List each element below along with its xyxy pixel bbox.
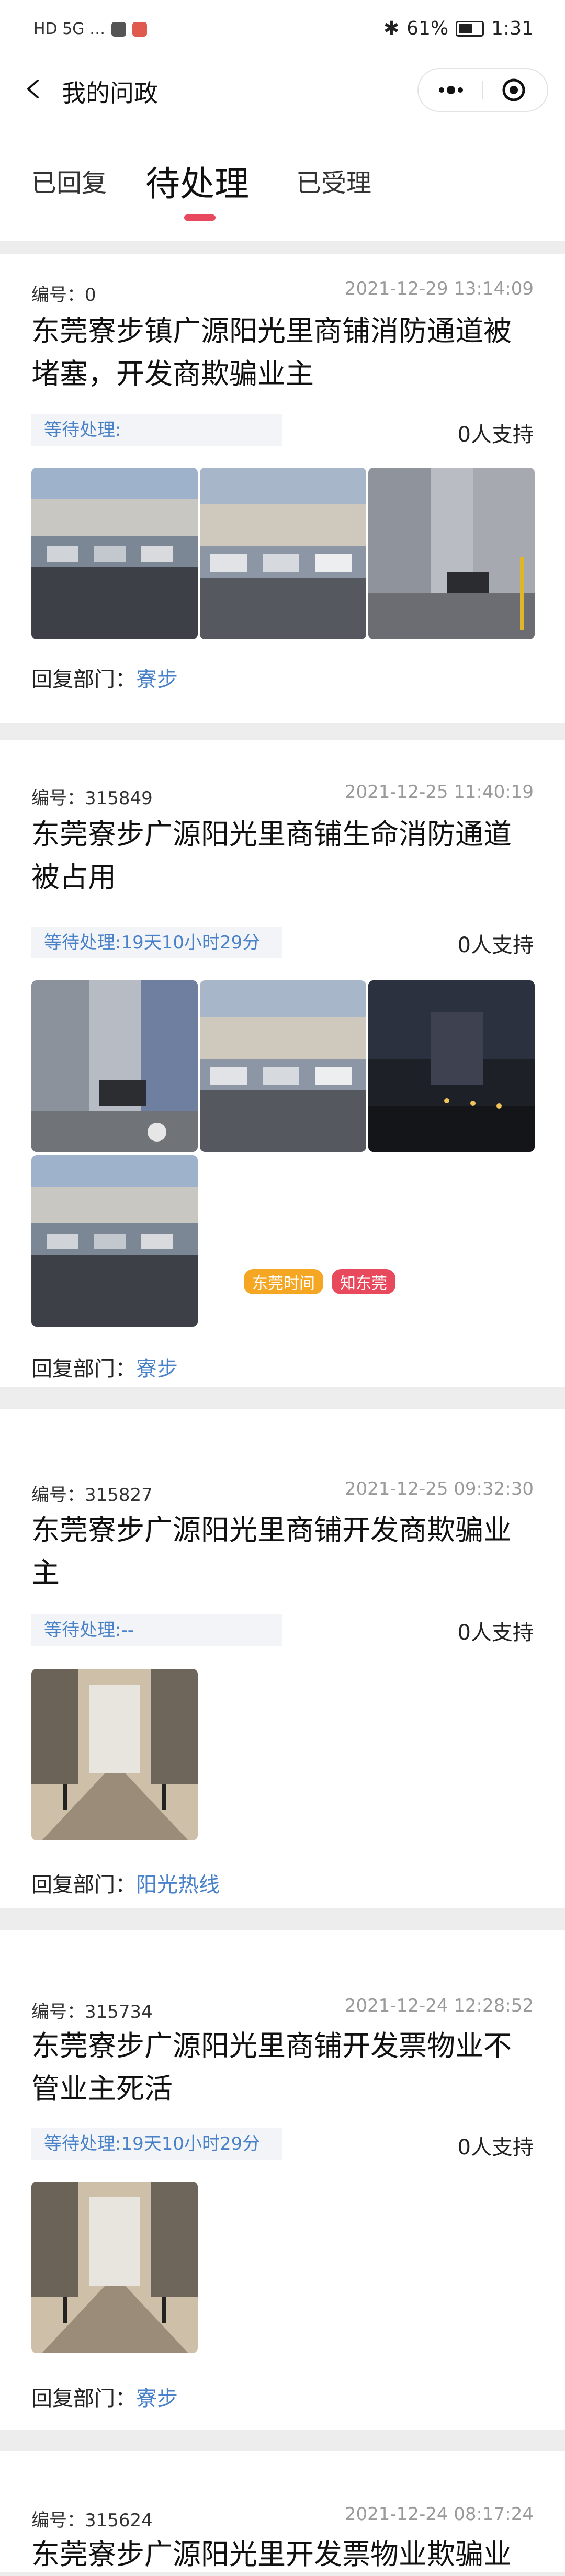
serial-label: 编号： [31,2002,85,2023]
app-notification-icon [111,21,127,37]
mini-program-capsule [417,68,548,112]
serial-number: 编号：0 [31,280,96,306]
serial-label: 编号： [31,2510,85,2531]
support-count: 0人支持 [457,2136,534,2160]
back-arrow-icon[interactable] [25,78,40,99]
reply-department: 回复部门：阳光热线 [31,1868,220,1898]
media-watermark: 东莞时间 知东莞 [244,1269,396,1294]
status-tabs: 已回复 待处理 已受理 [0,115,565,241]
network-indicator: HD 5G … [33,20,106,38]
serial-number: 编号：315849 [31,784,153,809]
support-count: 0人支持 [457,933,534,957]
complaint-title: 东莞寮步广源阳光里开发票物业欺骗业 [31,2538,512,2571]
pending-status: 等待处理: [31,414,282,446]
department-link[interactable]: 寮步 [136,668,178,692]
battery-icon [456,20,484,37]
pending-status: 等待处理:19天10小时29分 [31,927,282,958]
bluetooth-icon: ✱ [383,18,400,39]
serial-label: 编号： [31,1485,85,1506]
reply-department: 回复部门：寮步 [31,1352,178,1382]
complaint-title: 东莞寮步广源阳光里商铺开发商欺骗业主 [31,1513,512,1589]
serial-number: 编号：315734 [31,1997,153,2023]
status-icons: HD 5G … [33,20,148,38]
complaint-title: 东莞寮步广源阳光里商铺开发票物业不管业主死活 [31,2029,512,2105]
department-link[interactable]: 寮步 [136,2387,178,2411]
reply-label: 回复部门： [31,2387,136,2411]
reply-label: 回复部门： [31,668,136,692]
serial-value: 315734 [85,2002,153,2023]
photo-thumbnail[interactable] [368,980,535,1152]
complaint-title: 东莞寮步广源阳光里商铺生命消防通道被占用 [31,818,512,894]
clock: 1:31 [491,18,534,39]
pending-status: 等待处理:-- [31,1614,282,1646]
navigation-bar: 我的问政 [0,63,565,115]
reply-label: 回复部门： [31,1873,136,1897]
battery-fill [459,24,473,33]
serial-number: 编号：315624 [31,2506,153,2532]
submit-time: 2021-12-25 11:40:19 [344,782,534,803]
support-count: 0人支持 [457,1621,534,1645]
support-count: 0人支持 [457,423,534,447]
photo-thumbnail[interactable] [31,1669,198,1840]
department-link[interactable]: 阳光热线 [136,1873,220,1897]
serial-value: 315849 [85,788,153,809]
complaint-card[interactable]: 编号：315827 2021-12-25 09:32:30 东莞寮步广源阳光里商… [0,1409,565,1908]
tab-pending[interactable]: 待处理 [145,156,249,206]
serial-number: 编号：315827 [31,1481,153,1506]
photo-thumbnail[interactable] [31,980,198,1152]
photo-thumbnail[interactable] [200,468,366,639]
serial-label: 编号： [31,285,85,306]
reply-department: 回复部门：寮步 [31,662,178,693]
battery-percent: 61% [406,18,449,39]
watermark-left: 东莞时间 [244,1269,323,1294]
tab-replied[interactable]: 已回复 [31,162,107,199]
photo-thumbnail[interactable] [31,2182,198,2353]
capsule-divider [482,81,483,99]
submit-time: 2021-12-24 12:28:52 [344,1995,534,2016]
status-right: ✱ 61% 1:31 [383,18,534,39]
reply-department: 回复部门：寮步 [31,2381,178,2412]
reply-label: 回复部门： [31,1357,136,1381]
department-link[interactable]: 寮步 [136,1357,178,1381]
pending-status: 等待处理:19天10小时29分 [31,2128,282,2160]
photo-thumbnail[interactable] [31,468,198,639]
watermark-right: 知东莞 [332,1269,396,1294]
submit-time: 2021-12-29 13:14:09 [344,278,534,299]
serial-label: 编号： [31,788,85,809]
complaint-card[interactable]: 编号：0 2021-12-29 13:14:09 东莞寮步镇广源阳光里商铺消防通… [0,254,565,723]
submit-time: 2021-12-25 09:32:30 [344,1478,534,1499]
photo-thumbnail[interactable] [368,468,535,639]
active-tab-indicator [184,214,216,221]
serial-value: 315827 [85,1485,153,1506]
close-mini-program-icon[interactable] [501,77,526,103]
complaint-title: 东莞寮步镇广源阳光里商铺消防通道被堵塞，开发商欺骗业主 [31,314,512,390]
more-options-icon[interactable] [434,81,468,99]
complaint-card[interactable]: 编号：315624 2021-12-24 08:17:24 东莞寮步广源阳光里开… [0,2451,565,2572]
photo-thumbnail[interactable] [31,1155,198,1327]
page-title: 我的问政 [62,79,158,107]
serial-value: 315624 [85,2510,153,2531]
app-notification-icon-red [132,21,148,37]
serial-value: 0 [85,285,96,306]
system-status-bar: HD 5G … ✱ 61% 1:31 [0,0,565,63]
submit-time: 2021-12-24 08:17:24 [344,2504,534,2525]
complaint-card[interactable]: 编号：315734 2021-12-24 12:28:52 东莞寮步广源阳光里商… [0,1930,565,2430]
photo-thumbnail[interactable] [200,980,366,1152]
tab-accepted[interactable]: 已受理 [296,162,371,199]
